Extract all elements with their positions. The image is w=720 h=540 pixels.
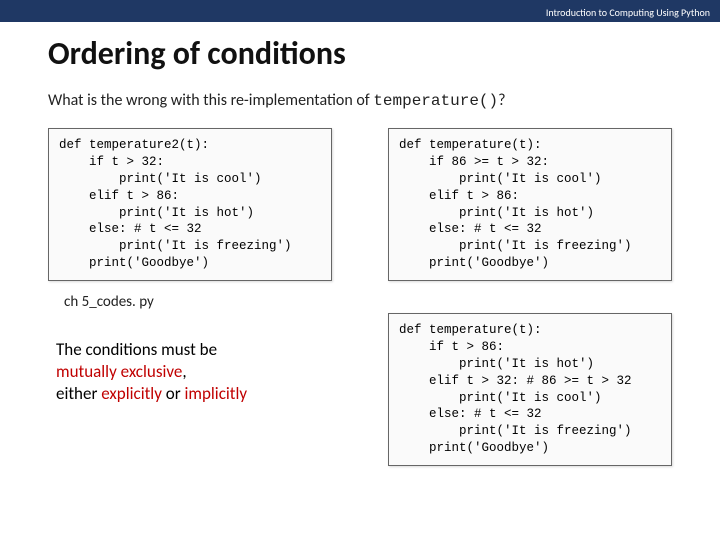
explain-line1: The conditions must be	[56, 339, 217, 360]
right-column: def temperature(t): if 86 >= t > 32: pri…	[388, 128, 672, 476]
code-box-right-top: def temperature(t): if 86 >= t > 32: pri…	[388, 128, 672, 281]
question-code: temperature()	[373, 92, 498, 110]
explain-implicitly: implicitly	[184, 383, 247, 404]
header-bar: Introduction to Computing Using Python	[0, 0, 720, 22]
explain-either: either	[56, 383, 101, 404]
question-suffix: ?	[498, 91, 505, 110]
explain-or: or	[162, 383, 185, 404]
question-text: What is the wrong with this re-implement…	[0, 91, 720, 128]
code-box-left: def temperature2(t): if t > 32: print('I…	[48, 128, 332, 281]
code-box-right-bottom: def temperature(t): if t > 86: print('It…	[388, 313, 672, 466]
left-column: def temperature2(t): if t > 32: print('I…	[48, 128, 332, 476]
course-label: Introduction to Computing Using Python	[546, 6, 710, 19]
spacer	[388, 291, 672, 313]
explain-comma: ,	[182, 361, 186, 382]
explain-mutual: mutually exclusive	[56, 361, 182, 382]
explanation: The conditions must be mutually exclusiv…	[48, 311, 332, 405]
slide-title: Ordering of conditions	[0, 22, 720, 91]
question-prefix: What is the wrong with this re-implement…	[48, 91, 373, 110]
code-caption: ch 5_codes. py	[48, 291, 332, 311]
content-area: def temperature2(t): if t > 32: print('I…	[0, 128, 720, 476]
explain-explicitly: explicitly	[101, 383, 162, 404]
